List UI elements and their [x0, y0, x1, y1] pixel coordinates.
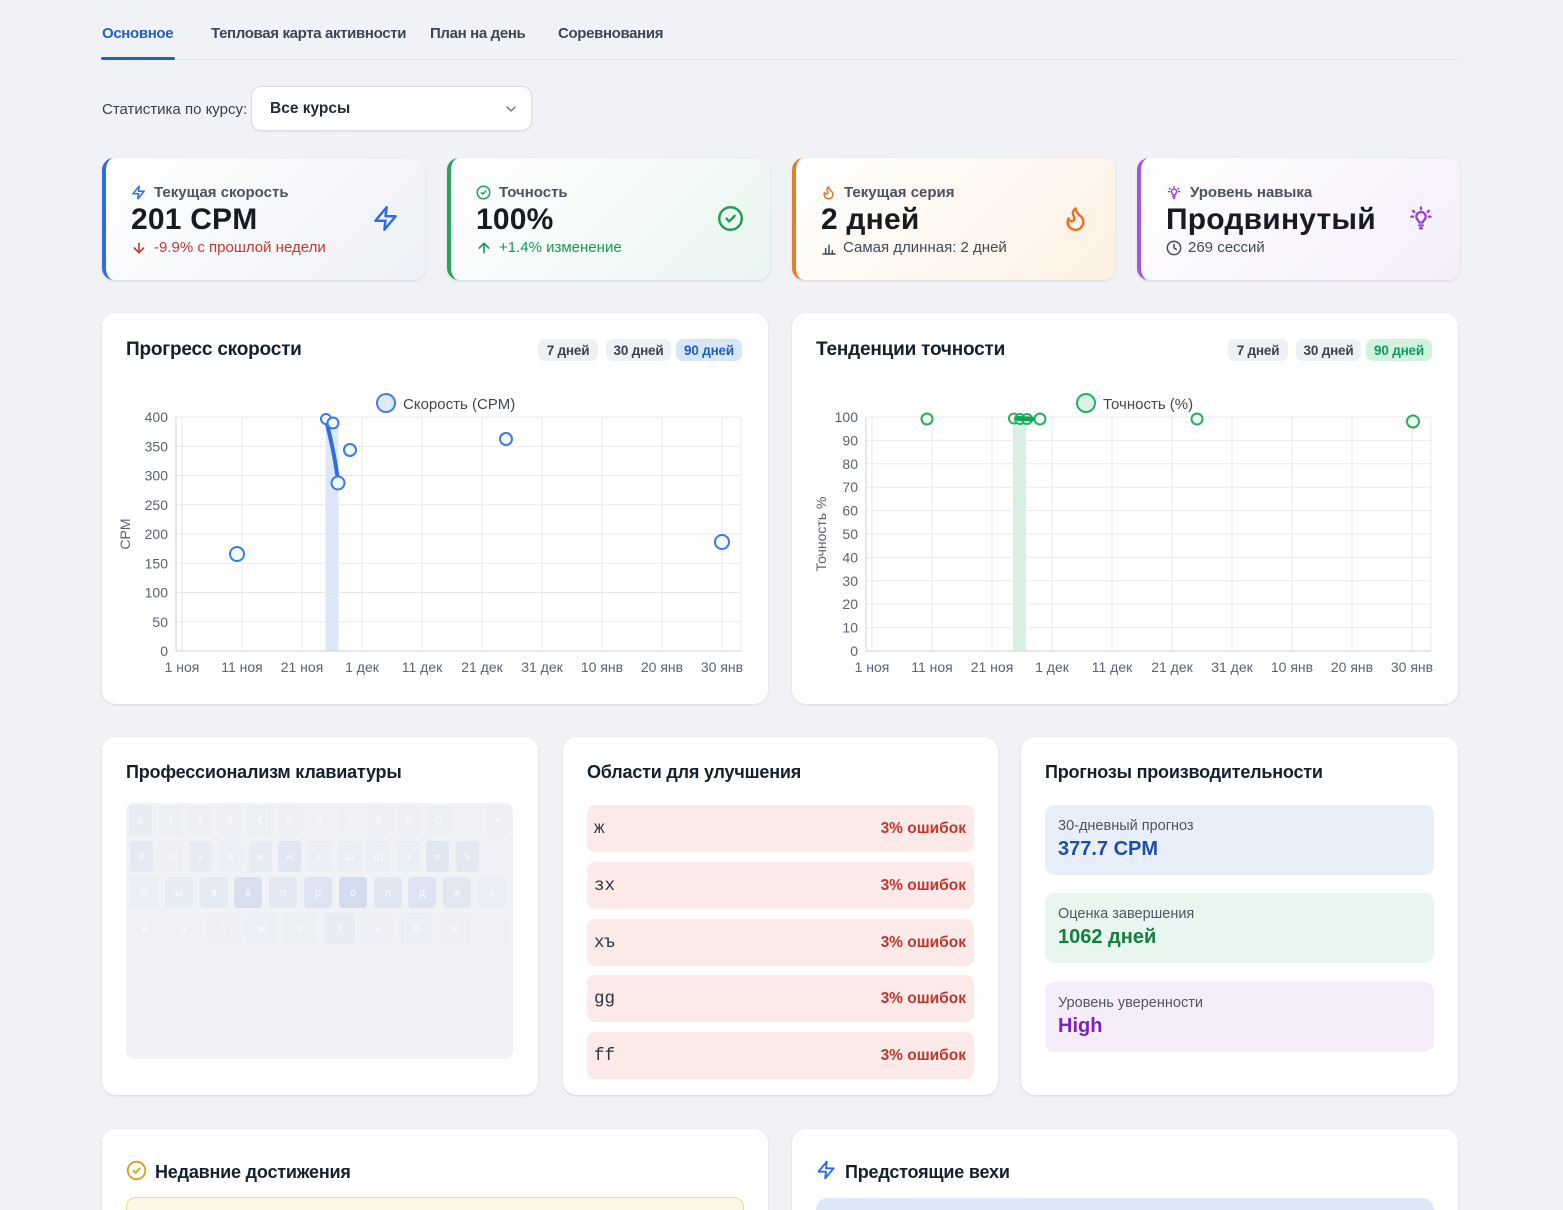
svg-text:20: 20: [842, 596, 858, 612]
svg-text:70: 70: [842, 479, 858, 495]
svg-text:11 ноя: 11 ноя: [911, 659, 953, 675]
svg-text:30 янв: 30 янв: [701, 659, 743, 675]
svg-text:21 дек: 21 дек: [1151, 659, 1193, 675]
svg-text:Точность (%): Точность (%): [1103, 396, 1193, 413]
svg-text:150: 150: [145, 555, 169, 571]
svg-text:50: 50: [842, 526, 858, 542]
svg-text:100: 100: [145, 585, 169, 601]
svg-text:200: 200: [145, 526, 169, 542]
svg-text:250: 250: [145, 497, 169, 513]
svg-text:21 ноя: 21 ноя: [281, 659, 324, 675]
svg-text:350: 350: [145, 438, 169, 454]
svg-text:0: 0: [160, 643, 168, 659]
svg-text:Скорость (CPM): Скорость (CPM): [403, 396, 515, 413]
svg-text:1 дек: 1 дек: [345, 659, 380, 675]
svg-text:300: 300: [145, 468, 169, 484]
svg-text:30 янв: 30 янв: [1391, 659, 1433, 675]
svg-text:10: 10: [842, 620, 858, 636]
svg-text:10 янв: 10 янв: [1271, 659, 1313, 675]
svg-text:40: 40: [842, 549, 858, 565]
svg-text:21 дек: 21 дек: [461, 659, 503, 675]
svg-text:21 ноя: 21 ноя: [971, 659, 1014, 675]
svg-text:10 янв: 10 янв: [581, 659, 623, 675]
svg-text:20 янв: 20 янв: [1331, 659, 1373, 675]
svg-text:11 ноя: 11 ноя: [221, 659, 263, 675]
svg-text:400: 400: [145, 409, 169, 425]
svg-text:80: 80: [842, 456, 858, 472]
svg-text:1 ноя: 1 ноя: [165, 659, 200, 675]
svg-text:Точность %: Точность %: [813, 497, 829, 572]
svg-text:20 янв: 20 янв: [641, 659, 683, 675]
svg-text:0: 0: [850, 643, 858, 659]
svg-text:31 дек: 31 дек: [1211, 659, 1253, 675]
svg-text:30: 30: [842, 573, 858, 589]
svg-text:1 ноя: 1 ноя: [855, 659, 890, 675]
svg-text:100: 100: [835, 409, 859, 425]
svg-text:11 дек: 11 дек: [1092, 659, 1133, 675]
svg-text:11 дек: 11 дек: [402, 659, 443, 675]
svg-text:CPM: CPM: [117, 518, 133, 549]
svg-text:1 дек: 1 дек: [1035, 659, 1070, 675]
svg-text:60: 60: [842, 503, 858, 519]
svg-text:31 дек: 31 дек: [521, 659, 563, 675]
svg-text:90: 90: [842, 432, 858, 448]
svg-text:50: 50: [152, 614, 168, 630]
